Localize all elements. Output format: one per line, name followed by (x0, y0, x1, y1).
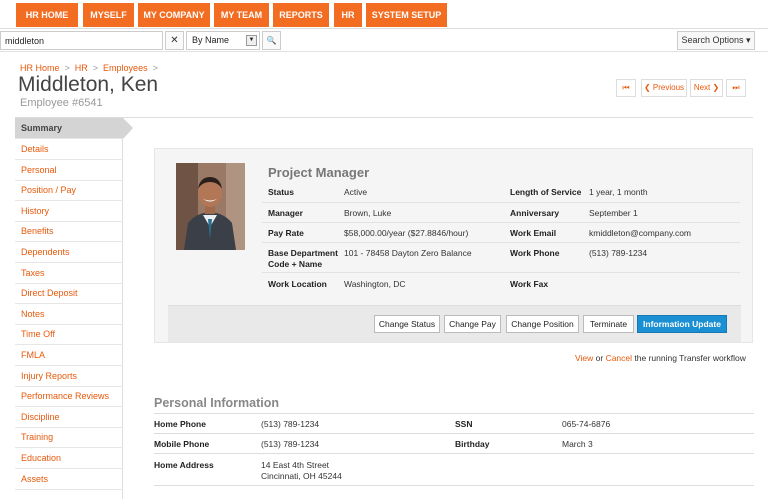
anniversary-value: September 1 (589, 208, 638, 218)
top-nav: HR HOME MYSELF MY COMPANY MY TEAM REPORT… (0, 0, 768, 28)
breadcrumb-employees[interactable]: Employees (103, 63, 148, 73)
anniversary-label: Anniversary (510, 208, 560, 218)
employee-photo (176, 163, 245, 250)
work-email-value: kmiddleton@company.com (589, 228, 692, 238)
length-of-service-label: Length of Service (510, 187, 582, 197)
change-pay-button[interactable]: Change Pay (444, 315, 501, 333)
personal-info-title: Personal Information (154, 396, 280, 410)
work-phone-label: Work Phone (510, 248, 560, 258)
page-title: Middleton, Ken (18, 73, 159, 96)
sidebar-item-history[interactable]: History (15, 201, 123, 222)
search-icon: 🔍 (266, 36, 277, 45)
department-value: 101 - 78458 Dayton Zero Balance (344, 248, 472, 258)
sidebar-item-training[interactable]: Training (15, 427, 123, 448)
department-label-line1: Base Department (268, 248, 338, 258)
nav-system-setup[interactable]: SYSTEM SETUP (366, 3, 447, 27)
search-bar: ✕ By Name ▼ 🔍 Search Options ▾ (0, 28, 768, 52)
view-workflow-link[interactable]: View (575, 353, 593, 363)
birthday-label: Birthday (455, 439, 490, 449)
chevron-down-icon: ▼ (246, 35, 257, 46)
pay-rate-value: $58,000.00/year ($27.8846/hour) (344, 228, 469, 238)
length-of-service-value: 1 year, 1 month (589, 187, 648, 197)
status-value: Active (344, 187, 368, 197)
home-phone-label: Home Phone (154, 419, 206, 429)
sidebar-item-performance-reviews[interactable]: Performance Reviews (15, 386, 123, 407)
sidebar-item-dependents[interactable]: Dependents (15, 242, 123, 263)
terminate-button[interactable]: Terminate (583, 315, 634, 333)
next-button[interactable]: Next ❯ (690, 79, 723, 97)
department-label-line2: Code + Name (268, 259, 323, 269)
search-options-button[interactable]: Search Options ▾ (677, 31, 755, 50)
employee-number: Employee #6541 (20, 97, 103, 109)
search-mode-value: By Name (192, 35, 230, 45)
sidebar: Summary Details Personal Position / Pay … (15, 118, 133, 499)
pay-rate-label: Pay Rate (268, 228, 304, 238)
sidebar-item-fmla[interactable]: FMLA (15, 345, 123, 366)
breadcrumb: HR Home > HR > Employees > (20, 63, 158, 73)
sidebar-item-direct-deposit[interactable]: Direct Deposit (15, 283, 123, 304)
sidebar-item-discipline[interactable]: Discipline (15, 407, 123, 428)
search-input[interactable] (0, 31, 163, 50)
home-address-line2: Cincinnati, OH 45244 (261, 471, 342, 481)
breadcrumb-hr-home[interactable]: HR Home (20, 63, 60, 73)
nav-my-team[interactable]: MY TEAM (214, 3, 269, 27)
cancel-workflow-link[interactable]: Cancel (606, 353, 632, 363)
sidebar-item-summary[interactable]: Summary (15, 118, 133, 139)
sidebar-item-education[interactable]: Education (15, 448, 123, 469)
workflow-notice: View or Cancel the running Transfer work… (575, 353, 746, 363)
work-phone-value: (513) 789-1234 (589, 248, 648, 258)
ssn-label: SSN (455, 419, 473, 429)
sidebar-item-time-off[interactable]: Time Off (15, 324, 123, 345)
close-icon: ✕ (170, 35, 179, 46)
work-fax-label: Work Fax (510, 279, 549, 289)
last-page-icon: ⏭ (732, 83, 740, 92)
work-email-label: Work Email (510, 228, 557, 238)
home-address-line1: 14 East 4th Street (261, 460, 330, 470)
home-address-label: Home Address (154, 460, 214, 470)
sidebar-item-taxes[interactable]: Taxes (15, 263, 123, 284)
job-title: Project Manager (268, 165, 370, 180)
mobile-phone-value: (513) 789-1234 (261, 439, 320, 449)
birthday-value: March 3 (562, 439, 593, 449)
nav-myself[interactable]: MYSELF (83, 3, 134, 27)
nav-hr-home[interactable]: HR HOME (16, 3, 78, 27)
sidebar-item-personal[interactable]: Personal (15, 160, 123, 181)
breadcrumb-hr[interactable]: HR (75, 63, 88, 73)
information-update-button[interactable]: Information Update (637, 315, 727, 333)
search-mode-select[interactable]: By Name ▼ (186, 31, 260, 50)
sidebar-item-position-pay[interactable]: Position / Pay (15, 180, 123, 201)
ssn-value: 065-74-6876 (562, 419, 611, 429)
manager-label: Manager (268, 208, 303, 218)
work-location-value: Washington, DC (344, 279, 406, 289)
home-phone-value: (513) 789-1234 (261, 419, 320, 429)
nav-hr[interactable]: HR (334, 3, 362, 27)
nav-reports[interactable]: REPORTS (273, 3, 329, 27)
nav-my-company[interactable]: MY COMPANY (138, 3, 210, 27)
sidebar-item-assets[interactable]: Assets (15, 469, 123, 490)
search-button[interactable]: 🔍 (262, 31, 281, 50)
sidebar-item-injury-reports[interactable]: Injury Reports (15, 366, 123, 387)
mobile-phone-label: Mobile Phone (154, 439, 210, 449)
change-position-button[interactable]: Change Position (506, 315, 579, 333)
sidebar-item-notes[interactable]: Notes (15, 304, 123, 325)
last-record-button[interactable]: ⏭ (726, 79, 746, 97)
manager-value: Brown, Luke (344, 208, 392, 218)
sidebar-item-benefits[interactable]: Benefits (15, 221, 123, 242)
work-location-label: Work Location (268, 279, 327, 289)
first-record-button[interactable]: ⏮ (616, 79, 636, 97)
person-photo-icon (176, 163, 245, 250)
change-status-button[interactable]: Change Status (374, 315, 440, 333)
status-label: Status (268, 187, 294, 197)
clear-search-button[interactable]: ✕ (165, 31, 184, 50)
first-page-icon: ⏮ (622, 83, 630, 92)
sidebar-item-details[interactable]: Details (15, 139, 123, 160)
previous-button[interactable]: ❮ Previous (641, 79, 687, 97)
